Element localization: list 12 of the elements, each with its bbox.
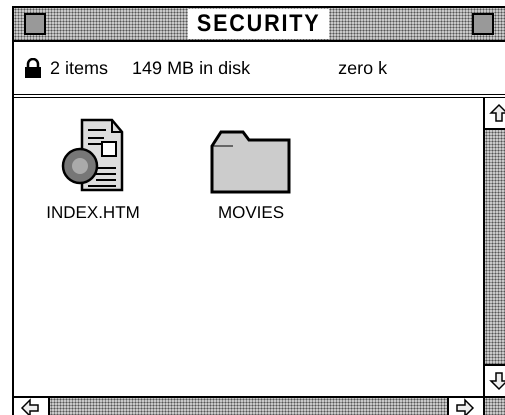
folder-icon (209, 128, 293, 194)
file-name[interactable]: INDEX.HTM (44, 200, 142, 226)
item-count: 2 items (50, 56, 108, 80)
scroll-up-icon (489, 103, 505, 123)
zoom-box[interactable] (472, 13, 494, 35)
scroll-down-icon (489, 371, 505, 391)
web-document-icon (60, 118, 126, 194)
window-title: SECURITY (188, 9, 330, 39)
available-space: zero k (338, 56, 388, 80)
file-name[interactable]: MOVIES (216, 200, 286, 226)
close-box[interactable] (24, 13, 46, 35)
disk-usage: 149 MB in disk (132, 56, 250, 80)
